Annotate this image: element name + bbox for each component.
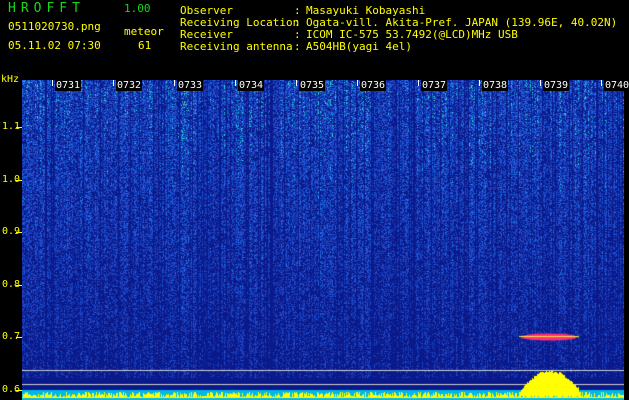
y-tick-mark <box>16 337 22 339</box>
meteor-count: 61 <box>138 39 152 52</box>
image-filename: 0511020730.png <box>8 20 101 33</box>
y-tick-mark <box>16 127 22 129</box>
y-tick-mark <box>16 232 22 234</box>
y-tick-mark <box>16 179 22 181</box>
x-tick-mark <box>235 80 236 86</box>
x-tick-label: 0734 <box>238 80 265 91</box>
info-value-antenna: A504HB(yagi 4el) <box>306 40 412 53</box>
x-tick-label: 0737 <box>421 80 448 91</box>
x-tick-mark <box>479 80 480 86</box>
info-label-antenna: Receiving antenna <box>180 40 293 53</box>
y-tick-mark <box>16 389 22 391</box>
info-colon: : <box>294 40 301 53</box>
y-axis-unit: kHz <box>1 74 20 85</box>
x-tick-label: 0733 <box>177 80 204 91</box>
observation-datetime: 05.11.02 07:30 <box>8 39 101 52</box>
x-tick-mark <box>113 80 114 86</box>
app-title: HROFFT <box>8 1 85 16</box>
spectrogram <box>22 80 624 400</box>
x-tick-mark <box>52 80 53 86</box>
x-tick-label: 0731 <box>55 80 82 91</box>
app-version: 1.00 <box>124 2 151 15</box>
x-tick-mark <box>357 80 358 86</box>
x-tick-mark <box>174 80 175 86</box>
x-tick-mark <box>540 80 541 86</box>
x-tick-label: 0732 <box>116 80 143 91</box>
observation-mode: meteor <box>124 25 164 38</box>
x-tick-label: 0738 <box>482 80 509 91</box>
x-tick-mark <box>296 80 297 86</box>
x-tick-label: 0735 <box>299 80 326 91</box>
x-tick-label: 0740 <box>604 80 629 91</box>
x-tick-label: 0736 <box>360 80 387 91</box>
x-tick-mark <box>601 80 602 86</box>
x-tick-label: 0739 <box>543 80 570 91</box>
x-tick-mark <box>418 80 419 86</box>
y-tick-mark <box>16 284 22 286</box>
